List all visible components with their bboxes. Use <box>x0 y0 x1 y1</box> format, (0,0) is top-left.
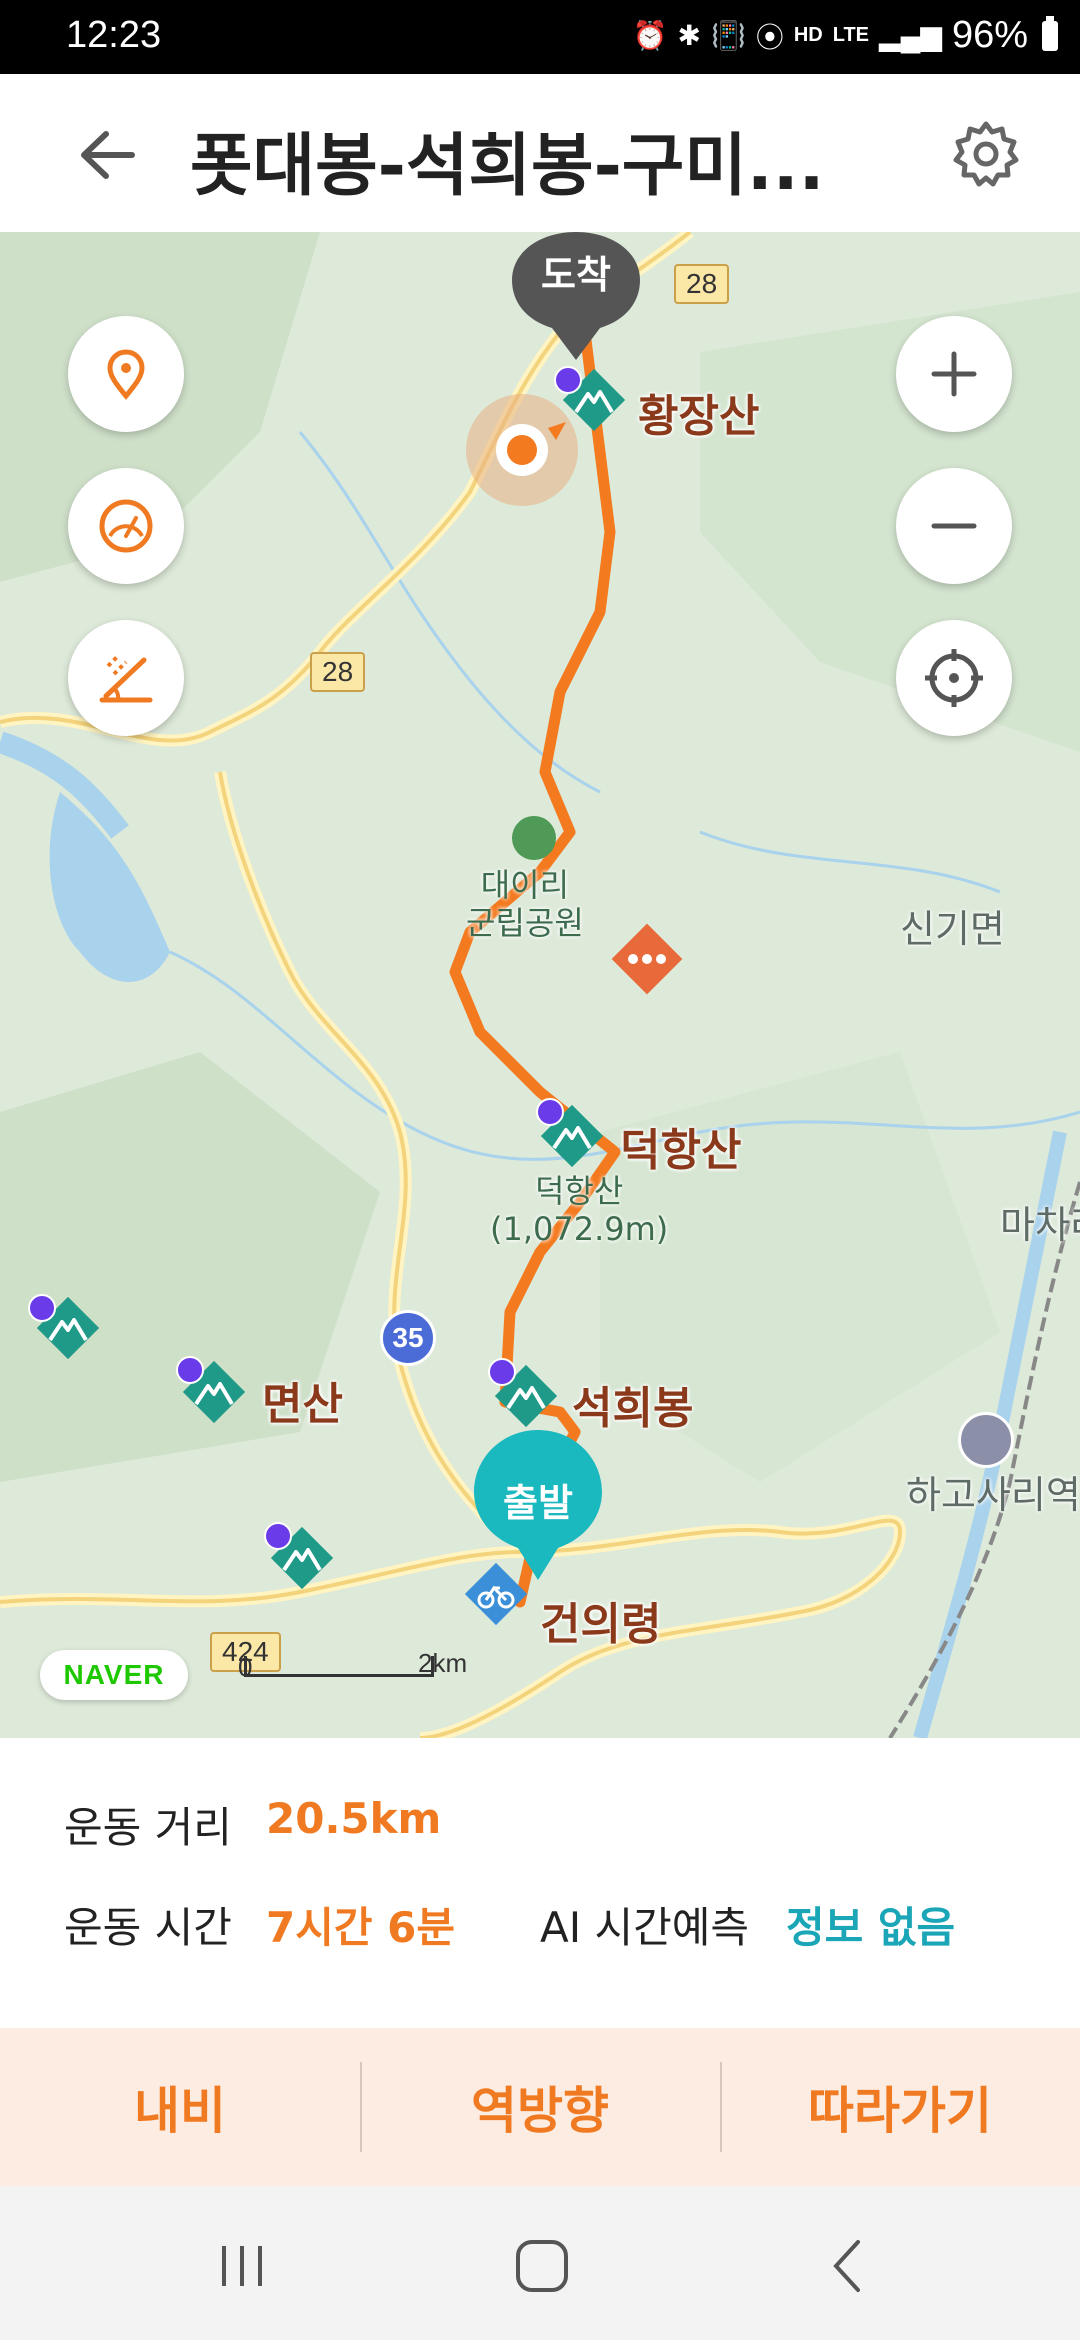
peak-badge-dot <box>28 1294 56 1322</box>
signal-icon: ▂▄▆ <box>879 20 942 51</box>
peak-badge-dot <box>554 366 582 394</box>
start-marker-label: 출발 <box>503 1481 573 1525</box>
peak-detail-label: 덕항산 (1,072.9m) <box>490 1172 669 1249</box>
time-value: 7시간 6분 <box>266 1903 455 1952</box>
scale-start-label: 0 <box>238 1652 253 1682</box>
distance-label: 운동 거리 <box>64 1803 232 1852</box>
park-tree-icon <box>512 816 556 860</box>
gear-icon <box>953 121 1019 187</box>
end-marker-label: 도착 <box>541 253 611 297</box>
system-nav-bar <box>0 2186 1080 2340</box>
back-arrow-icon <box>81 131 135 179</box>
recent-apps-icon[interactable] <box>202 2226 282 2306</box>
page-title: 폿대봉-석희봉-구미... <box>190 127 825 206</box>
peak-label-hwangjang[interactable]: 황장산 <box>638 380 759 444</box>
location-icon: ⦿ <box>755 21 784 53</box>
place-label-machari: 마차리 <box>1000 1203 1080 1247</box>
peak-label-deokhang[interactable]: 덕항산 <box>620 1114 741 1178</box>
peak-label-myeon[interactable]: 면산 <box>262 1368 343 1432</box>
vibrate-icon: 📳 <box>710 20 746 51</box>
back-nav-icon[interactable] <box>808 2226 888 2306</box>
slope-button[interactable] <box>68 620 184 736</box>
more-options-icon[interactable] <box>606 918 688 1000</box>
distance-value: 20.5km <box>266 1794 442 1843</box>
zoom-out-icon <box>931 523 977 529</box>
lte-icon: LTE <box>832 24 870 46</box>
peak-label-seokhui[interactable]: 석희봉 <box>572 1372 693 1436</box>
status-bar: 12:23 ⏰ ✱ 📳 ⦿ HD LTE ▂▄▆ 96% <box>0 0 1080 74</box>
bluetooth-icon: ✱ <box>677 20 701 51</box>
navigation-button[interactable]: 내비 <box>0 2028 360 2186</box>
road-badge-28-top: 28 <box>674 264 730 304</box>
place-label-hagosari: 하고사리역 <box>906 1473 1080 1517</box>
back-button[interactable] <box>72 118 146 192</box>
train-station-icon <box>958 1412 1014 1468</box>
peak-badge-dot <box>264 1522 292 1550</box>
zoom-out-button[interactable] <box>896 468 1012 584</box>
alarm-icon: ⏰ <box>632 20 668 51</box>
road-badge-28: 28 <box>310 652 366 692</box>
status-icons: ⏰ ✱ 📳 ⦿ HD LTE ▂▄▆ 96% <box>633 14 1058 57</box>
scale-bar <box>244 1656 434 1677</box>
reverse-direction-button[interactable]: 역방향 <box>360 2028 720 2186</box>
my-location-button[interactable] <box>896 620 1012 736</box>
peak-label-geonui[interactable]: 건의령 <box>540 1588 661 1652</box>
peak-badge-dot <box>176 1356 204 1384</box>
place-label-singi: 신기면 <box>900 907 1005 951</box>
location-pin-icon <box>107 349 145 400</box>
zoom-in-icon <box>931 351 977 397</box>
speedometer-icon <box>99 499 153 553</box>
hd-voice-icon: HD <box>793 24 823 46</box>
speedometer-button[interactable] <box>68 468 184 584</box>
zoom-in-button[interactable] <box>896 316 1012 432</box>
ai-time-label: AI 시간예측 <box>540 1903 750 1952</box>
scale-end-label: 2km <box>418 1648 468 1678</box>
ai-time-value: 정보 없음 <box>786 1903 956 1952</box>
map-view[interactable]: 28 28 35 424 황장산 덕항산 석희봉 면산 건의령 대이리 군립공원… <box>0 232 1080 1738</box>
park-label: 대이리 군립공원 <box>466 866 584 943</box>
peak-badge-dot <box>536 1098 564 1126</box>
home-icon[interactable] <box>502 2226 582 2306</box>
battery-icon <box>1042 15 1058 51</box>
app-header: 폿대봉-석희봉-구미... <box>0 74 1080 232</box>
settings-button[interactable] <box>948 116 1024 192</box>
naver-logo: NAVER <box>40 1650 188 1700</box>
location-pin-button[interactable] <box>68 316 184 432</box>
time-label: 운동 시간 <box>64 1903 232 1952</box>
crosshair-icon <box>925 649 983 707</box>
road-badge-35: 35 <box>380 1310 436 1366</box>
battery-percent: 96% <box>951 14 1028 56</box>
follow-button[interactable]: 따라가기 <box>720 2028 1080 2186</box>
slope-icon <box>99 654 153 703</box>
action-bar: 내비 역방향 따라가기 <box>0 2028 1080 2186</box>
route-info-panel: 운동 거리 20.5km 운동 시간 7시간 6분 AI 시간예측 정보 없음 <box>0 1738 1080 2028</box>
status-time: 12:23 <box>66 14 162 56</box>
peak-badge-dot <box>488 1358 516 1386</box>
